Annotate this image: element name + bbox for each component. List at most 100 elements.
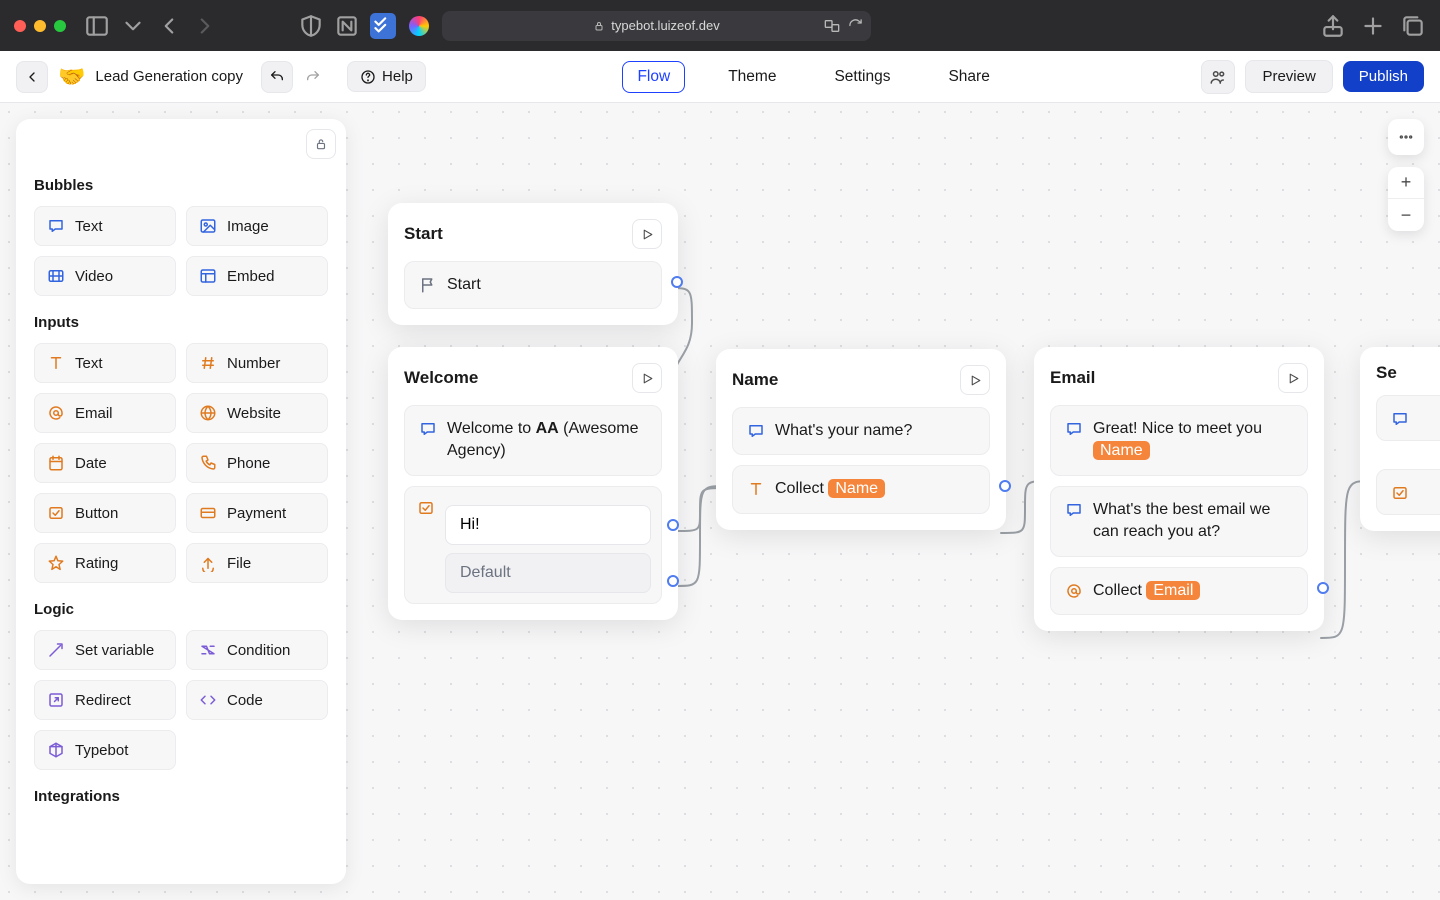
play-button[interactable]	[632, 219, 662, 249]
block-email-collect[interactable]: Collect Email	[1050, 567, 1308, 615]
block-partial-2[interactable]	[1376, 469, 1440, 515]
zoom-out-button[interactable]: −	[1388, 199, 1424, 231]
chip-logic-setvar[interactable]: Set variable	[34, 630, 176, 670]
collaborators-button[interactable]	[1201, 60, 1235, 94]
chip-input-rating[interactable]: Rating	[34, 543, 176, 583]
block-start[interactable]: Start	[404, 261, 662, 309]
window-minimize[interactable]	[34, 20, 46, 32]
undo-button[interactable]	[261, 61, 293, 93]
node-welcome[interactable]: Welcome Welcome to AA (Awesome Agency) H…	[388, 347, 678, 620]
chip-bubble-text[interactable]: Text	[34, 206, 176, 246]
chip-input-file[interactable]: File	[186, 543, 328, 583]
node-name[interactable]: Name What's your name? Collect Name	[716, 349, 1006, 530]
tab-theme[interactable]: Theme	[713, 61, 791, 93]
flag-icon	[419, 276, 437, 294]
chip-input-website[interactable]: Website	[186, 393, 328, 433]
output-port[interactable]	[667, 519, 679, 531]
chip-bubble-video[interactable]: Video	[34, 256, 176, 296]
tab-flow[interactable]: Flow	[622, 61, 685, 93]
tab-settings[interactable]: Settings	[819, 61, 905, 93]
section-integrations: Integrations	[34, 788, 328, 805]
app-bar: 🤝 Lead Generation copy Help Flow Theme S…	[0, 51, 1440, 103]
tab-share[interactable]: Share	[933, 61, 1004, 93]
chip-logic-redirect[interactable]: Redirect	[34, 680, 176, 720]
chip-input-date[interactable]: Date	[34, 443, 176, 483]
output-port[interactable]	[1317, 582, 1329, 594]
block-welcome-choice[interactable]: Hi! Default	[404, 486, 662, 604]
block-partial-1[interactable]	[1376, 395, 1440, 441]
nav-forward-icon[interactable]	[192, 13, 218, 39]
chip-input-text[interactable]: Text	[34, 343, 176, 383]
text-input-icon	[747, 480, 765, 498]
sidebar-toggle-icon[interactable]	[84, 13, 110, 39]
chip-input-phone[interactable]: Phone	[186, 443, 328, 483]
block-email-greet[interactable]: Great! Nice to meet you Name	[1050, 405, 1308, 476]
chip-bubble-embed[interactable]: Embed	[186, 256, 328, 296]
node-start-title: Start	[404, 224, 443, 244]
chip-logic-code[interactable]: Code	[186, 680, 328, 720]
play-button[interactable]	[632, 363, 662, 393]
block-name-question[interactable]: What's your name?	[732, 407, 990, 455]
translate-icon[interactable]	[824, 18, 840, 34]
node-welcome-title: Welcome	[404, 368, 478, 388]
help-button[interactable]: Help	[347, 61, 426, 92]
email-input-icon	[1065, 582, 1083, 600]
redo-button[interactable]	[297, 61, 329, 93]
todoist-icon[interactable]	[370, 13, 396, 39]
flow-canvas[interactable]: Bubbles Text Image Video Embed Inputs Te…	[0, 103, 1440, 900]
node-name-title: Name	[732, 370, 778, 390]
node-services-title: Se	[1376, 363, 1397, 383]
block-email-question[interactable]: What's the best email we can reach you a…	[1050, 486, 1308, 557]
nav-back-icon[interactable]	[156, 13, 182, 39]
reload-icon[interactable]	[848, 18, 863, 33]
play-button[interactable]	[1278, 363, 1308, 393]
preview-button[interactable]: Preview	[1245, 60, 1332, 93]
section-inputs: Inputs	[34, 314, 328, 331]
chip-input-number[interactable]: Number	[186, 343, 328, 383]
chip-bubble-image[interactable]: Image	[186, 206, 328, 246]
publish-button[interactable]: Publish	[1343, 61, 1424, 92]
chip-logic-condition[interactable]: Condition	[186, 630, 328, 670]
section-bubbles: Bubbles	[34, 177, 328, 194]
output-port[interactable]	[999, 480, 1011, 492]
choice-option-default[interactable]: Default	[445, 553, 651, 593]
tabs-icon[interactable]	[1400, 13, 1426, 39]
shield-icon[interactable]	[298, 13, 324, 39]
choice-option-hi[interactable]: Hi!	[445, 505, 651, 545]
play-button[interactable]	[960, 365, 990, 395]
window-maximize[interactable]	[54, 20, 66, 32]
output-port[interactable]	[667, 575, 679, 587]
section-logic: Logic	[34, 601, 328, 618]
canvas-menu-button[interactable]	[1388, 119, 1424, 155]
chip-input-button[interactable]: Button	[34, 493, 176, 533]
chat-icon	[419, 420, 437, 438]
block-welcome-text[interactable]: Welcome to AA (Awesome Agency)	[404, 405, 662, 476]
bot-emoji[interactable]: 🤝	[58, 64, 85, 90]
url-bar[interactable]: typebot.luizeof.dev	[442, 11, 871, 41]
chevron-down-icon[interactable]	[120, 13, 146, 39]
share-icon[interactable]	[1320, 13, 1346, 39]
traffic-lights	[14, 20, 66, 32]
zoom-controls: + −	[1388, 167, 1424, 231]
new-tab-icon[interactable]	[1360, 13, 1386, 39]
variable-tag: Name	[828, 479, 885, 498]
node-services-partial[interactable]: Se	[1360, 347, 1440, 531]
node-email-title: Email	[1050, 368, 1095, 388]
block-name-collect[interactable]: Collect Name	[732, 465, 990, 513]
chip-input-payment[interactable]: Payment	[186, 493, 328, 533]
output-port[interactable]	[671, 276, 683, 288]
back-button[interactable]	[16, 61, 48, 93]
bot-title[interactable]: Lead Generation copy	[95, 68, 243, 85]
rainbow-icon[interactable]	[406, 13, 432, 39]
chip-logic-typebot[interactable]: Typebot	[34, 730, 176, 770]
node-start[interactable]: Start Start	[388, 203, 678, 325]
notion-icon[interactable]	[334, 13, 360, 39]
window-close[interactable]	[14, 20, 26, 32]
node-email[interactable]: Email Great! Nice to meet you Name What'…	[1034, 347, 1324, 631]
zoom-in-button[interactable]: +	[1388, 167, 1424, 199]
lock-icon	[593, 20, 605, 32]
sidebar-lock-button[interactable]	[306, 129, 336, 159]
variable-tag: Name	[1093, 441, 1150, 460]
chat-icon	[1065, 420, 1083, 438]
chip-input-email[interactable]: Email	[34, 393, 176, 433]
